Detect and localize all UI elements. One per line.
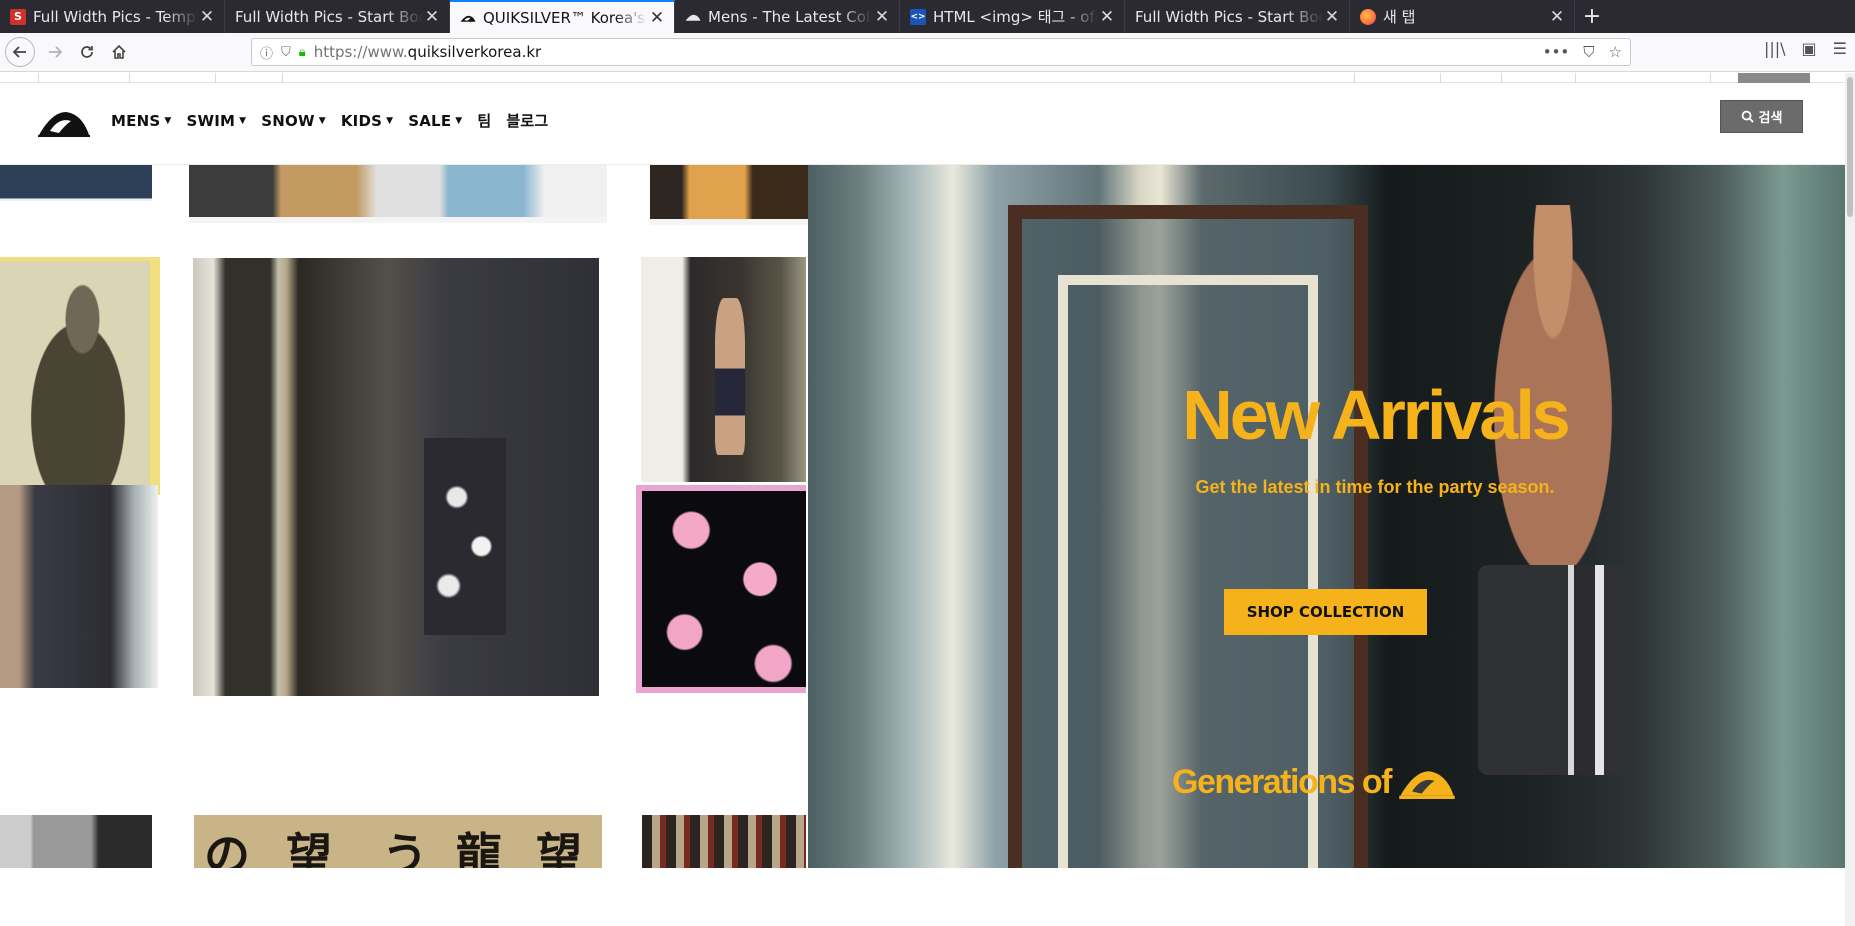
tab-close-icon[interactable]: ✕ xyxy=(1098,7,1116,27)
chevron-down-icon: ▼ xyxy=(455,115,463,126)
tab-title: Full Width Pics - Start Bootstrap xyxy=(235,7,423,26)
reload-button[interactable] xyxy=(71,37,103,67)
browser-tab[interactable]: <> HTML <img> 태그 - ofcourse ✕ xyxy=(900,0,1125,33)
tab-close-icon[interactable]: ✕ xyxy=(648,8,666,28)
library-icon[interactable]: |||\ xyxy=(1764,39,1786,58)
chevron-down-icon: ▼ xyxy=(164,115,172,126)
tab-close-icon[interactable]: ✕ xyxy=(1548,7,1566,27)
tab-close-icon[interactable]: ✕ xyxy=(423,7,441,27)
nav-item-team[interactable]: 팀 xyxy=(477,110,491,131)
collage-photo xyxy=(650,165,808,225)
forward-button[interactable] xyxy=(39,37,71,67)
utility-strip xyxy=(0,73,1845,83)
quiksilver-logo-icon[interactable] xyxy=(38,107,90,137)
collage-photo: の望う龍望 xyxy=(194,815,602,868)
code-favicon-icon: <> xyxy=(910,8,926,25)
home-icon xyxy=(112,44,126,59)
browser-tab[interactable]: Mens - The Latest Collection ✕ xyxy=(675,0,900,33)
shop-collection-button[interactable]: SHOP COLLECTION xyxy=(1224,589,1427,635)
page-actions-icon[interactable]: ••• xyxy=(1543,43,1570,61)
search-button[interactable]: 검색 xyxy=(1720,100,1803,133)
browser-tab[interactable]: Full Width Pics - Start Bootstrap ✕ xyxy=(225,0,450,33)
tab-close-icon[interactable]: ✕ xyxy=(198,7,216,27)
collage-photo xyxy=(193,258,599,696)
back-arrow-icon xyxy=(12,46,26,58)
tab-close-icon[interactable]: ✕ xyxy=(873,7,891,27)
collage-photo xyxy=(642,815,806,868)
nav-item-sale[interactable]: SALE ▼ xyxy=(408,112,462,130)
scrollbar-thumb[interactable] xyxy=(1847,77,1853,217)
reload-icon xyxy=(81,46,93,58)
nav-item-swim[interactable]: SWIM ▼ xyxy=(186,112,246,130)
forward-arrow-icon xyxy=(49,46,63,58)
browser-tab[interactable]: S Full Width Pics - Template ✕ xyxy=(0,0,225,33)
collage-photo xyxy=(0,815,152,868)
shield-icon[interactable]: ⛉ xyxy=(281,45,291,60)
tab-title: HTML <img> 태그 - ofcourse xyxy=(933,8,1098,26)
tab-title: 새 탭 xyxy=(1383,8,1416,26)
collage-photo xyxy=(0,485,158,688)
tab-title: Full Width Pics - Start Bootstrap xyxy=(1135,7,1323,26)
nav-item-kids[interactable]: KIDS ▼ xyxy=(341,112,393,130)
chevron-down-icon: ▼ xyxy=(318,115,326,126)
hero-tagline: Generations of xyxy=(1172,763,1455,802)
hero-title: New Arrivals xyxy=(1182,376,1571,454)
quiksilver-favicon-icon xyxy=(460,10,476,26)
nav-item-snow[interactable]: SNOW ▼ xyxy=(261,112,326,130)
page-viewport: MENS ▼ SWIM ▼ SNOW ▼ KIDS ▼ SALE ▼ 팀 블로그 검색 の… xyxy=(0,73,1845,926)
new-tab-button[interactable]: + xyxy=(1575,0,1609,33)
hero-subtitle: Get the latest in time for the party sea… xyxy=(1195,477,1555,497)
hamburger-menu-icon[interactable]: ☰ xyxy=(1833,39,1847,58)
tab-favicon-icon: S xyxy=(10,8,26,25)
tab-title: QUIKSILVER™ Korea's Official xyxy=(483,8,648,27)
browser-tab[interactable]: 새 탭 ✕ xyxy=(1350,0,1575,33)
lock-icon[interactable]: 🔒︎ xyxy=(299,45,306,60)
chevron-down-icon: ▼ xyxy=(386,115,394,126)
browser-tab-active[interactable]: QUIKSILVER™ Korea's Official ✕ xyxy=(450,0,675,33)
back-button[interactable] xyxy=(5,37,35,67)
home-button[interactable] xyxy=(103,37,135,67)
browser-tab-bar: S Full Width Pics - Template ✕ Full Widt… xyxy=(0,0,1855,33)
browser-nav-bar: ⓘ ⛉ 🔒︎ https://www. quiksilverkorea.kr ••… xyxy=(0,33,1855,72)
quiksilver-logo-icon xyxy=(1399,770,1455,799)
collage-photo xyxy=(189,165,607,223)
url-bar[interactable]: ⓘ ⛉ 🔒︎ https://www. quiksilverkorea.kr ••… xyxy=(251,38,1631,66)
url-host: quiksilverkorea.kr xyxy=(407,43,542,61)
bookmark-star-icon[interactable]: ☆ xyxy=(1609,43,1622,61)
pocket-icon[interactable]: ⛉ xyxy=(1583,43,1594,61)
nav-item-mens[interactable]: MENS ▼ xyxy=(111,112,171,130)
info-icon[interactable]: ⓘ xyxy=(260,43,273,62)
chevron-down-icon: ▼ xyxy=(239,115,247,126)
tab-close-icon[interactable]: ✕ xyxy=(1323,7,1341,27)
browser-tab[interactable]: Full Width Pics - Start Bootstrap ✕ xyxy=(1125,0,1350,33)
url-scheme: https://www. xyxy=(313,43,408,61)
main-nav: MENS ▼ SWIM ▼ SNOW ▼ KIDS ▼ SALE ▼ 팀 블로그 xyxy=(111,110,548,131)
search-icon xyxy=(1741,110,1754,123)
collage-photo xyxy=(0,257,160,495)
firefox-favicon-icon xyxy=(1360,8,1376,25)
hero-banner: の望う龍望 New Arrivals Get the latest in tim… xyxy=(0,165,1845,868)
tab-title: Mens - The Latest Collection xyxy=(708,7,873,26)
nav-item-blog[interactable]: 블로그 xyxy=(506,110,548,131)
page-scrollbar[interactable] xyxy=(1845,73,1855,926)
collage-photo xyxy=(636,485,806,693)
quiksilver-favicon-icon xyxy=(685,9,701,25)
site-header: MENS ▼ SWIM ▼ SNOW ▼ KIDS ▼ SALE ▼ 팀 블로그 검색 xyxy=(0,83,1845,165)
tab-title: Full Width Pics - Template xyxy=(33,7,198,26)
collage-photo xyxy=(641,257,806,482)
collage-photo xyxy=(0,165,152,213)
sidebar-icon[interactable]: ▣ xyxy=(1802,39,1817,58)
